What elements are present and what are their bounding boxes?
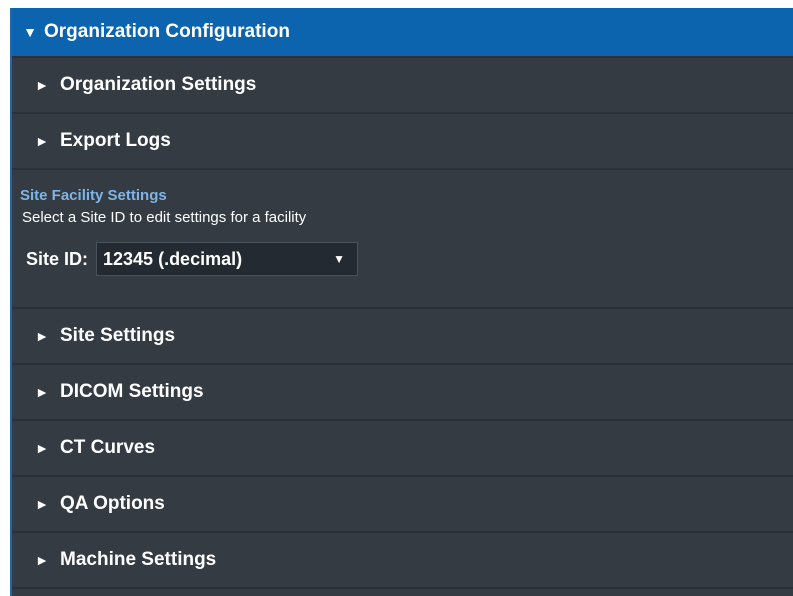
triangle-right-icon: ► [35, 552, 49, 568]
triangle-right-icon: ► [35, 133, 49, 149]
site-facility-settings-section: Site Facility Settings Select a Site ID … [12, 170, 793, 309]
triangle-right-icon: ► [35, 496, 49, 512]
dicom-settings-label: DICOM Settings [60, 381, 204, 402]
triangle-right-icon: ► [35, 77, 49, 93]
site-facility-description: Select a Site ID to edit settings for a … [22, 209, 307, 226]
qa-options-label: QA Options [60, 493, 165, 514]
organization-settings-label: Organization Settings [60, 74, 257, 95]
ct-curves-row[interactable]: ► CT Curves [12, 421, 793, 477]
panel-title: Organization Configuration [44, 21, 290, 42]
site-facility-title: Site Facility Settings [20, 187, 167, 204]
caret-down-icon: ▼ [333, 252, 346, 266]
organization-configuration-header[interactable]: ▼ Organization Configuration [12, 8, 793, 58]
machine-settings-label: Machine Settings [60, 549, 217, 570]
export-logs-row[interactable]: ► Export Logs [12, 114, 793, 170]
triangle-down-icon: ▼ [23, 24, 37, 40]
triangle-right-icon: ► [35, 328, 49, 344]
export-logs-label: Export Logs [60, 130, 171, 151]
site-settings-row[interactable]: ► Site Settings [12, 309, 793, 365]
site-id-dropdown[interactable]: 12345 (.decimal) ▼ [96, 242, 359, 276]
site-id-selected-value: 12345 (.decimal) [103, 248, 243, 269]
site-id-control: Site ID: 12345 (.decimal) ▼ [12, 242, 793, 276]
site-id-label: Site ID: [26, 248, 89, 269]
qa-options-row[interactable]: ► QA Options [12, 477, 793, 533]
triangle-right-icon: ► [35, 440, 49, 456]
site-settings-label: Site Settings [60, 325, 176, 346]
ct-curves-label: CT Curves [60, 437, 156, 458]
dicom-settings-row[interactable]: ► DICOM Settings [12, 365, 793, 421]
machine-settings-row[interactable]: ► Machine Settings [12, 533, 793, 589]
organization-settings-row[interactable]: ► Organization Settings [12, 58, 793, 114]
organization-configuration-panel: ▼ Organization Configuration ► Organizat… [10, 8, 793, 596]
triangle-right-icon: ► [35, 384, 49, 400]
